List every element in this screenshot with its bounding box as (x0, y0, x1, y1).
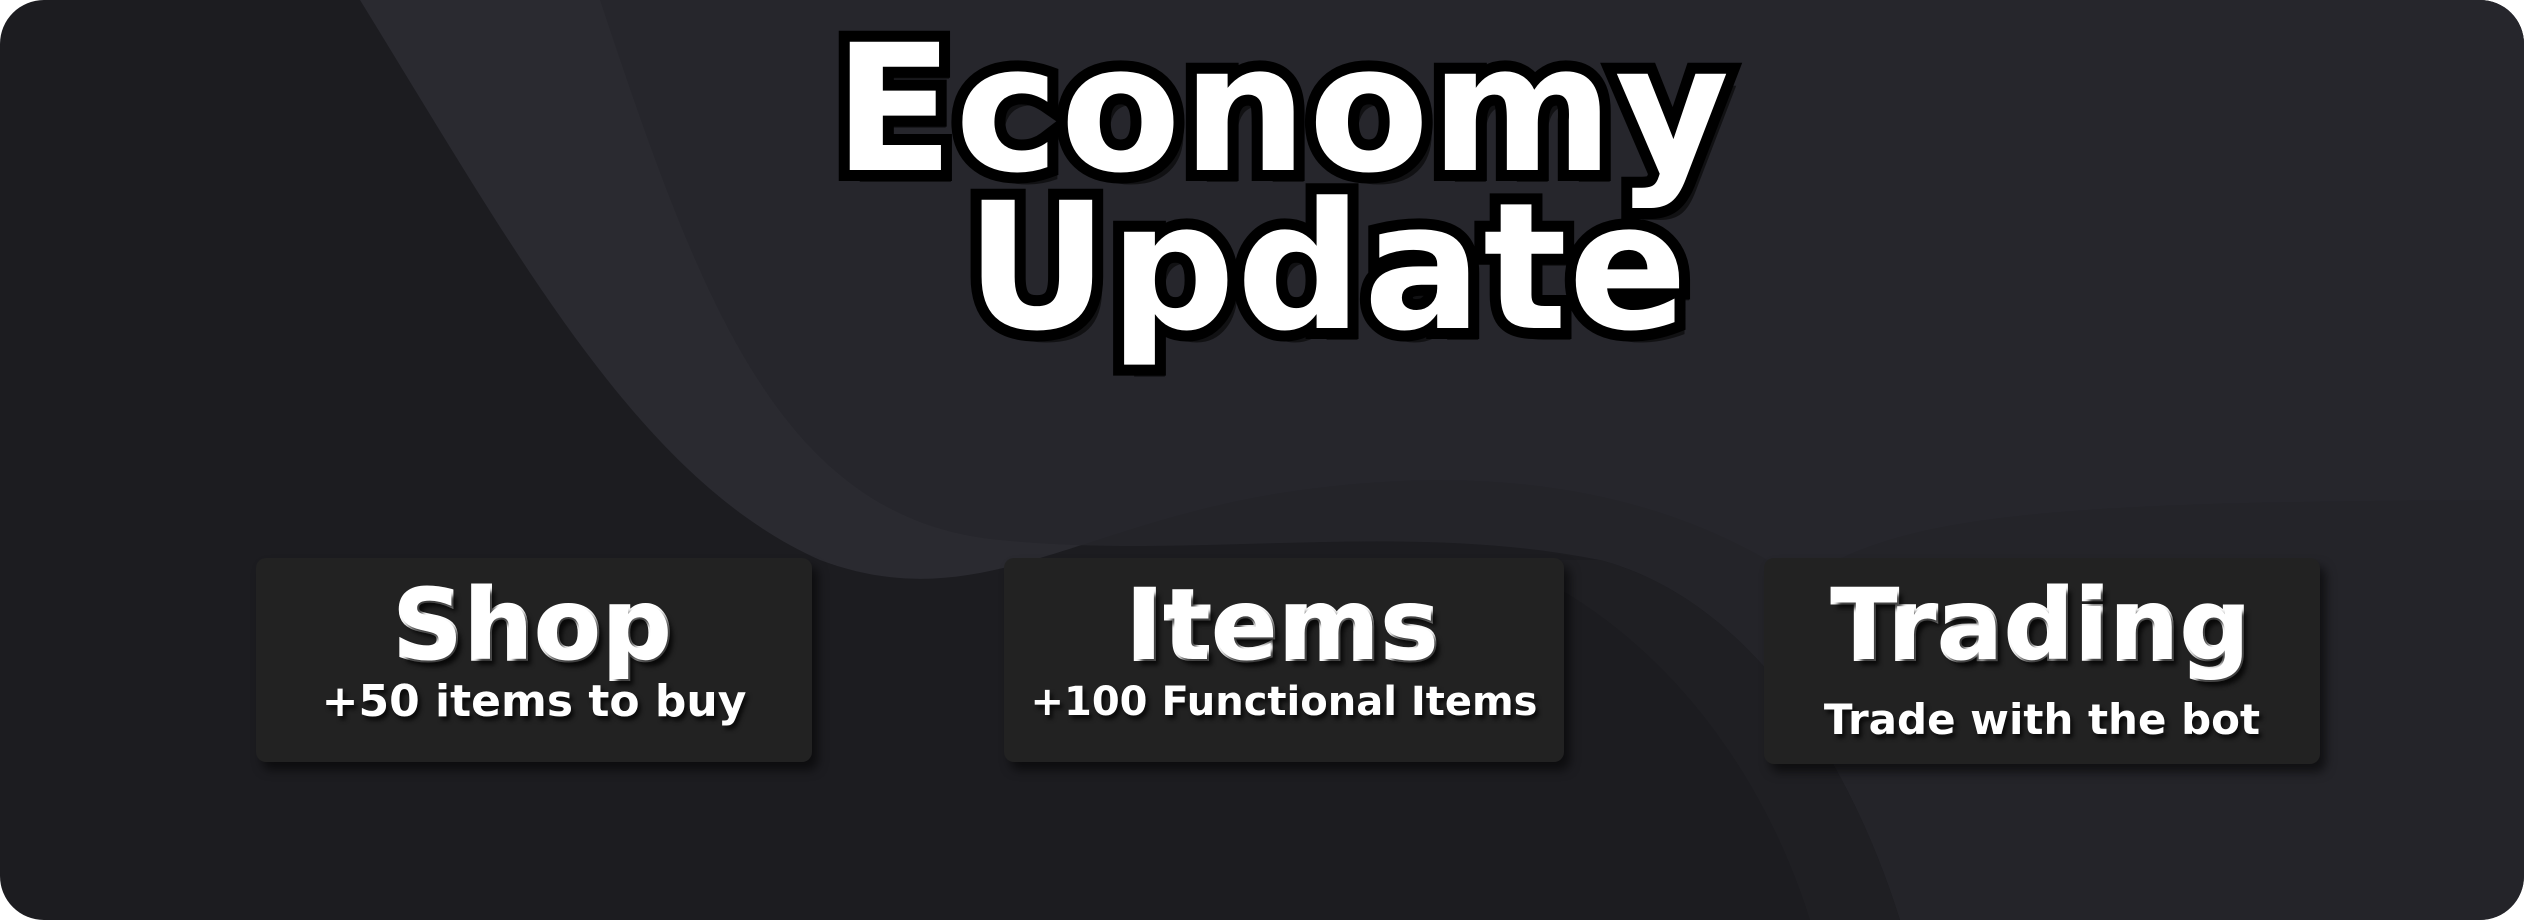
feature-subtitle-trading: Trade with the bot (1823, 695, 2261, 744)
feature-card-trading: Trading Trade with the bot (1764, 558, 2320, 764)
feature-heading-items: Items (1125, 570, 1441, 682)
feature-heading-shop: Shop (392, 570, 675, 682)
feature-subtitle-shop: +50 items to buy (321, 676, 747, 727)
feature-heading-trading: Trading (1830, 570, 2252, 682)
feature-card-shop: Shop +50 items to buy (256, 558, 812, 762)
feature-subtitle-items: +100 Functional Items (1030, 679, 1538, 725)
feature-card-items: Items +100 Functional Items (1004, 558, 1564, 762)
economy-update-banner: Economy Update Shop +50 items to buy Ite… (0, 0, 2524, 920)
title-line-update: Update (954, 157, 1698, 379)
